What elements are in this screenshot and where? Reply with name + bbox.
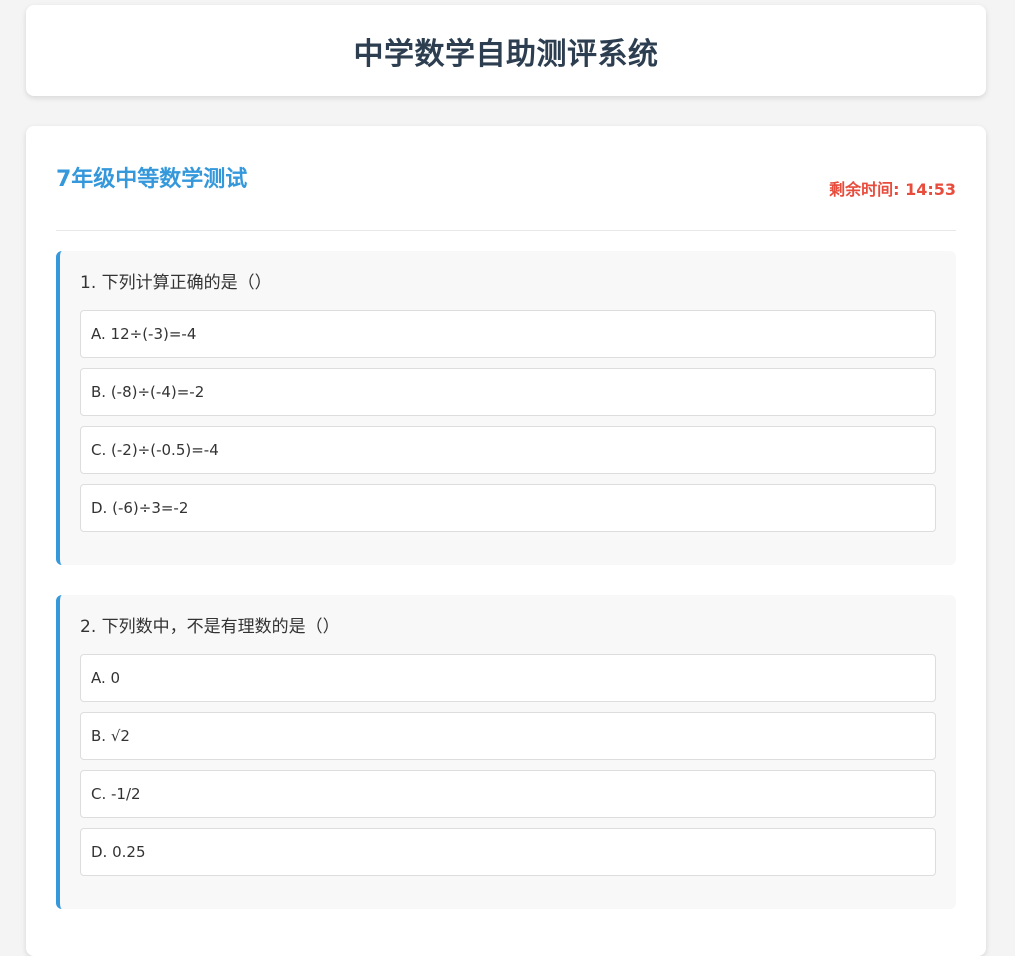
countdown-timer: 剩余时间: 14:53	[829, 180, 956, 199]
quiz-container: 7年级中等数学测试 剩余时间: 14:53 1. 下列计算正确的是（） A. 1…	[26, 126, 986, 956]
app-header: 中学数学自助测评系统	[26, 5, 986, 96]
question-card-2: 2. 下列数中，不是有理数的是（） A. 0 B. √2 C. -1/2 D. …	[56, 595, 956, 909]
option-a[interactable]: A. 0	[80, 654, 936, 702]
option-list: A. 12÷(-3)=-4 B. (-8)÷(-4)=-2 C. (-2)÷(-…	[80, 310, 936, 532]
app-title: 中学数学自助测评系统	[353, 36, 659, 72]
option-c[interactable]: C. (-2)÷(-0.5)=-4	[80, 426, 936, 474]
option-d[interactable]: D. (-6)÷3=-2	[80, 484, 936, 532]
quiz-title: 7年级中等数学测试	[56, 167, 248, 192]
option-b[interactable]: B. √2	[80, 712, 936, 760]
question-text: 2. 下列数中，不是有理数的是（）	[80, 617, 340, 637]
quiz-header: 7年级中等数学测试 剩余时间: 14:53	[56, 126, 956, 231]
question-card-1: 1. 下列计算正确的是（） A. 12÷(-3)=-4 B. (-8)÷(-4)…	[56, 251, 956, 565]
option-d[interactable]: D. 0.25	[80, 828, 936, 876]
option-list: A. 0 B. √2 C. -1/2 D. 0.25	[80, 654, 936, 876]
question-text: 1. 下列计算正确的是（）	[80, 273, 272, 293]
option-c[interactable]: C. -1/2	[80, 770, 936, 818]
option-a[interactable]: A. 12÷(-3)=-4	[80, 310, 936, 358]
option-b[interactable]: B. (-8)÷(-4)=-2	[80, 368, 936, 416]
